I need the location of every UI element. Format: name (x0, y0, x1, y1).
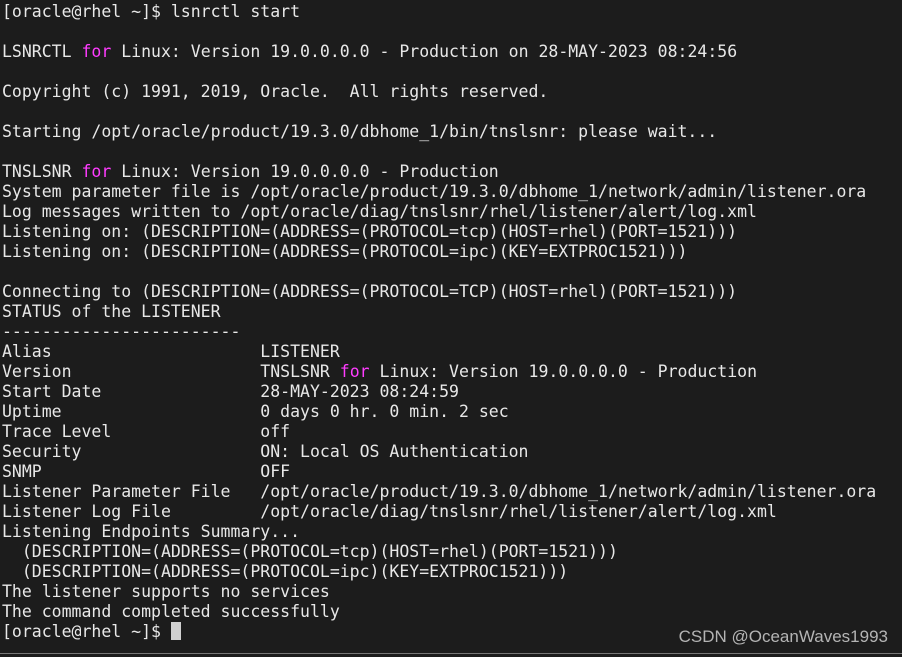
watermark: CSDN @OceanWaves1993 (678, 627, 888, 646)
line-text: Alias LISTENER (2, 342, 340, 361)
line-text: The command completed successfully (2, 602, 340, 621)
terminal-line: Listener Log File /opt/oracle/diag/tnsls… (2, 502, 876, 522)
line-text: Connecting to (DESCRIPTION=(ADDRESS=(PRO… (2, 282, 738, 301)
terminal-line: Log messages written to /opt/oracle/diag… (2, 202, 876, 222)
cursor (170, 622, 181, 640)
line-text: ------------------------ (2, 322, 241, 341)
terminal-line: STATUS of the LISTENER (2, 302, 876, 322)
line-text: Security ON: Local OS Authentication (2, 442, 529, 461)
terminal-line: Uptime 0 days 0 hr. 0 min. 2 sec (2, 402, 876, 422)
terminal-line: Starting /opt/oracle/product/19.3.0/dbho… (2, 122, 876, 142)
window-border (0, 653, 902, 654)
line-text: Uptime 0 days 0 hr. 0 min. 2 sec (2, 402, 509, 421)
terminal-line: Start Date 28-MAY-2023 08:24:59 (2, 382, 876, 402)
terminal-line: ------------------------ (2, 322, 876, 342)
line-text: (DESCRIPTION=(ADDRESS=(PROTOCOL=tcp)(HOS… (2, 542, 618, 561)
line-text: [oracle@rhel ~]$ lsnrctl start (2, 2, 301, 21)
line-text: (DESCRIPTION=(ADDRESS=(PROTOCOL=ipc)(KEY… (2, 562, 569, 581)
terminal-line: System parameter file is /opt/oracle/pro… (2, 182, 876, 202)
keyword-text: for (339, 362, 370, 381)
terminal-line: Listening Endpoints Summary... (2, 522, 876, 542)
terminal-line: TNSLSNR for Linux: Version 19.0.0.0.0 - … (2, 162, 876, 182)
line-text: System parameter file is /opt/oracle/pro… (2, 182, 867, 201)
terminal-line: (DESCRIPTION=(ADDRESS=(PROTOCOL=tcp)(HOS… (2, 542, 876, 562)
line-text: Linux: Version 19.0.0.0.0 - Production (369, 362, 758, 381)
line-text: Listening Endpoints Summary... (2, 522, 301, 541)
line-text: Listener Log File /opt/oracle/diag/tnsls… (2, 502, 777, 521)
terminal-line: Version TNSLSNR for Linux: Version 19.0.… (2, 362, 876, 382)
line-text: LSNRCTL (2, 42, 82, 61)
line-text: Listening on: (DESCRIPTION=(ADDRESS=(PRO… (2, 222, 738, 241)
terminal-line: The command completed successfully (2, 602, 876, 622)
terminal-line: Copyright (c) 1991, 2019, Oracle. All ri… (2, 82, 876, 102)
terminal-line: Trace Level off (2, 422, 876, 442)
terminal-line: Alias LISTENER (2, 342, 876, 362)
line-text: SNMP OFF (2, 462, 291, 481)
line-text: Listening on: (DESCRIPTION=(ADDRESS=(PRO… (2, 242, 688, 261)
terminal-output[interactable]: [oracle@rhel ~]$ lsnrctl start LSNRCTL fo… (2, 2, 876, 642)
line-text: Log messages written to /opt/oracle/diag… (2, 202, 757, 221)
terminal-line: LSNRCTL for Linux: Version 19.0.0.0.0 - … (2, 42, 876, 62)
line-text: Trace Level off (2, 422, 291, 441)
line-text: The listener supports no services (2, 582, 330, 601)
terminal-line: Connecting to (DESCRIPTION=(ADDRESS=(PRO… (2, 282, 876, 302)
line-text: [oracle@rhel ~]$ (2, 622, 171, 641)
terminal-line: (DESCRIPTION=(ADDRESS=(PROTOCOL=ipc)(KEY… (2, 562, 876, 582)
line-text: TNSLSNR (2, 162, 82, 181)
line-text: Listener Parameter File /opt/oracle/prod… (2, 482, 877, 501)
terminal-line: Listening on: (DESCRIPTION=(ADDRESS=(PRO… (2, 222, 876, 242)
terminal-line: The listener supports no services (2, 582, 876, 602)
line-text: Copyright (c) 1991, 2019, Oracle. All ri… (2, 82, 549, 101)
line-text: STATUS of the LISTENER (2, 302, 221, 321)
line-text: Start Date 28-MAY-2023 08:24:59 (2, 382, 459, 401)
terminal-line: [oracle@rhel ~]$ lsnrctl start (2, 2, 876, 22)
keyword-text: for (81, 162, 112, 181)
line-text: Linux: Version 19.0.0.0.0 - Production o… (111, 42, 738, 61)
terminal-line: Listener Parameter File /opt/oracle/prod… (2, 482, 876, 502)
line-text: Version TNSLSNR (2, 362, 340, 381)
keyword-text: for (81, 42, 112, 61)
line-text: Linux: Version 19.0.0.0.0 - Production (111, 162, 499, 181)
terminal-line: Security ON: Local OS Authentication (2, 442, 876, 462)
terminal-line: SNMP OFF (2, 462, 876, 482)
line-text: Starting /opt/oracle/product/19.3.0/dbho… (2, 122, 718, 141)
terminal-line: Listening on: (DESCRIPTION=(ADDRESS=(PRO… (2, 242, 876, 262)
